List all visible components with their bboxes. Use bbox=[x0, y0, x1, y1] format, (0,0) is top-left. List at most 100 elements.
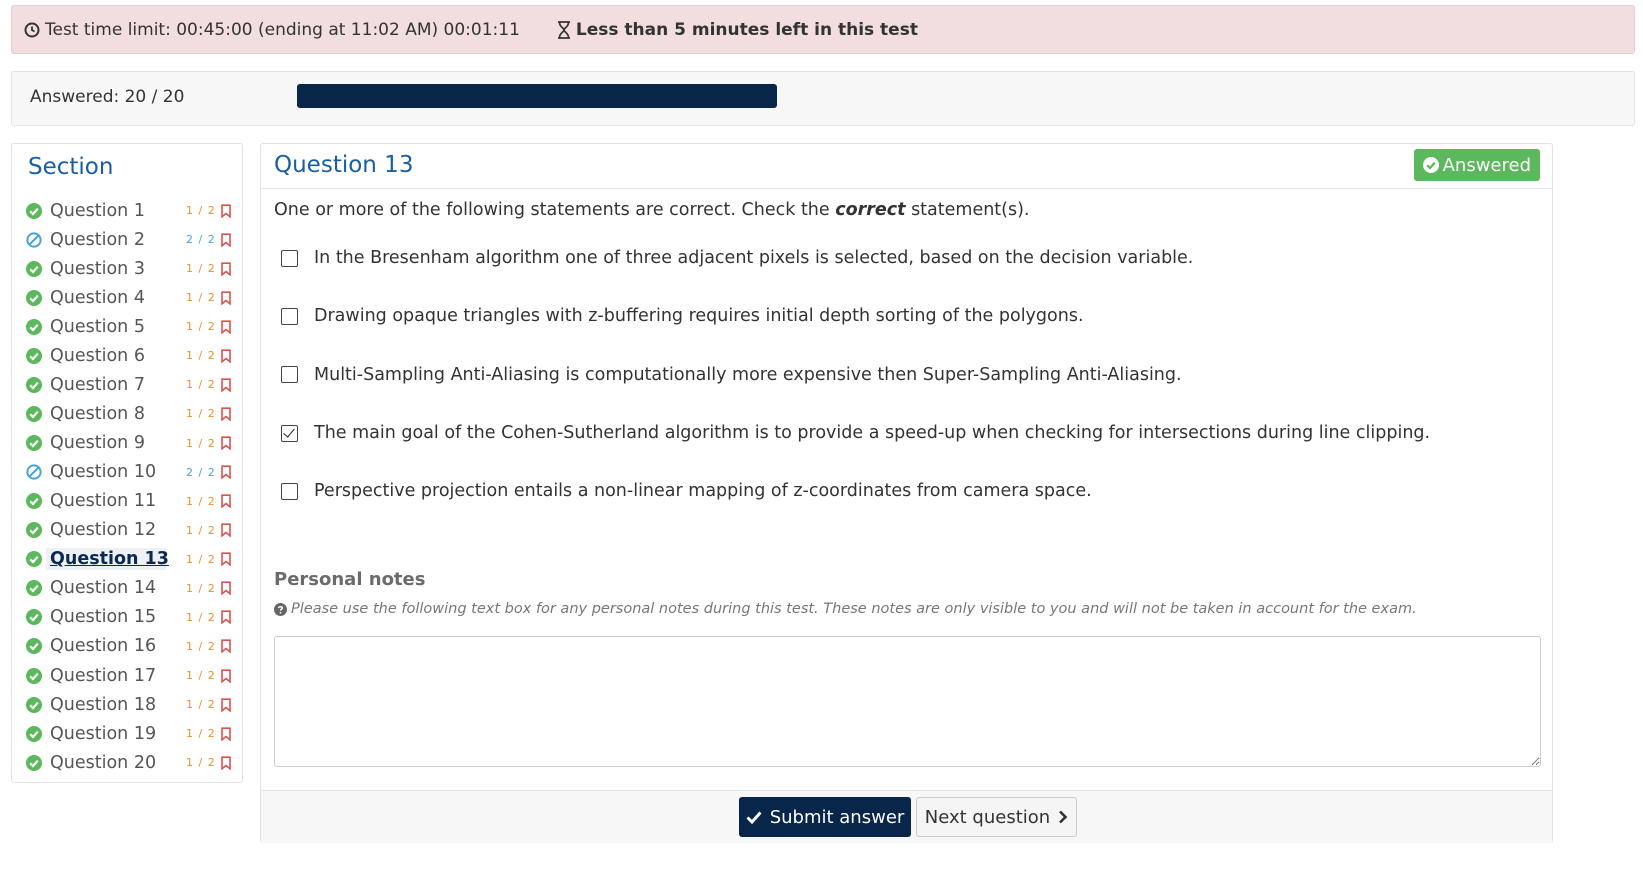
sidebar-question-label: Question 13 bbox=[50, 549, 169, 570]
answered-badge: Answered bbox=[1413, 149, 1540, 181]
answer-option[interactable]: Perspective projection entails a non-lin… bbox=[281, 462, 1430, 520]
question-list: Question 1 1 / 2 Question 2 2 / 2 Question 3… bbox=[26, 196, 238, 777]
check-circle-icon bbox=[26, 376, 42, 393]
next-question-label: Next question bbox=[924, 806, 1051, 828]
sidebar-question-item[interactable]: Question 15 1 / 2 bbox=[26, 603, 238, 632]
answer-option[interactable]: Drawing opaque triangles with z-bufferin… bbox=[281, 287, 1430, 345]
answer-option[interactable]: Multi-Sampling Anti-Aliasing is computat… bbox=[281, 346, 1430, 404]
bookmark-icon[interactable] bbox=[220, 581, 232, 596]
bookmark-icon[interactable] bbox=[220, 552, 232, 567]
answer-checkbox[interactable] bbox=[281, 249, 298, 267]
sidebar-question-item[interactable]: Question 14 1 / 2 bbox=[26, 574, 238, 603]
question-score: 1 / 2 bbox=[186, 262, 216, 276]
check-circle-icon bbox=[26, 522, 42, 539]
sidebar-question-item[interactable]: Question 10 2 / 2 bbox=[26, 458, 238, 487]
bookmark-icon[interactable] bbox=[220, 203, 232, 218]
bookmark-icon[interactable] bbox=[220, 291, 232, 305]
check-circle-icon bbox=[26, 347, 42, 364]
sidebar-question-item[interactable]: Question 7 1 / 2 bbox=[26, 370, 238, 399]
sidebar-question-item[interactable]: Question 5 1 / 2 bbox=[26, 312, 238, 341]
sidebar-question-item[interactable]: Question 13 1 / 2 bbox=[26, 545, 238, 574]
answer-options: In the Bresenham algorithm one of three … bbox=[281, 229, 1430, 520]
question-score: 1 / 2 bbox=[186, 669, 216, 683]
check-circle-icon bbox=[26, 638, 42, 655]
sidebar-question-label: Question 12 bbox=[50, 520, 157, 541]
section-title: Section bbox=[28, 154, 114, 180]
bookmark-icon[interactable] bbox=[220, 639, 232, 654]
prompt-text-after: statement(s). bbox=[905, 200, 1030, 220]
sidebar-question-item[interactable]: Question 4 1 / 2 bbox=[26, 283, 238, 312]
answer-option[interactable]: In the Bresenham algorithm one of three … bbox=[281, 229, 1430, 287]
question-score: 1 / 2 bbox=[186, 552, 216, 566]
sidebar-question-item[interactable]: Question 2 2 / 2 bbox=[26, 225, 238, 254]
bookmark-icon[interactable] bbox=[220, 697, 232, 712]
sidebar-question-item[interactable]: Question 3 1 / 2 bbox=[26, 254, 238, 283]
check-circle-icon bbox=[26, 318, 42, 335]
sidebar-question-item[interactable]: Question 8 1 / 2 bbox=[26, 399, 238, 428]
progress-bar bbox=[297, 84, 777, 108]
question-score: 1 / 2 bbox=[186, 204, 216, 218]
answer-checkbox[interactable] bbox=[281, 482, 298, 500]
answer-checkbox[interactable] bbox=[281, 424, 298, 442]
bookmark-icon[interactable] bbox=[220, 349, 232, 363]
bookmark-icon[interactable] bbox=[220, 494, 232, 509]
question-score: 1 / 2 bbox=[186, 610, 216, 624]
check-circle-icon bbox=[1422, 157, 1439, 173]
question-score: 1 / 2 bbox=[186, 407, 216, 421]
bookmark-icon[interactable] bbox=[220, 378, 232, 392]
question-footer: Submit answer Next question bbox=[261, 790, 1552, 843]
question-score: 1 / 2 bbox=[186, 436, 216, 450]
section-sidebar: Section Question 11 / 2 Question 22 / 2 Qu… bbox=[11, 143, 243, 783]
bookmark-icon[interactable] bbox=[220, 465, 232, 480]
personal-notes-textarea[interactable] bbox=[274, 636, 1541, 767]
answer-option-text: In the Bresenham algorithm one of three … bbox=[314, 248, 1194, 269]
bookmark-icon[interactable] bbox=[220, 610, 232, 625]
clock-icon bbox=[24, 22, 40, 37]
sidebar-question-item[interactable]: Question 6 1 / 2 bbox=[26, 341, 238, 370]
sidebar-question-label: Question 8 bbox=[50, 403, 145, 424]
check-circle-icon bbox=[26, 551, 42, 568]
notes-title: Personal notes bbox=[274, 569, 426, 590]
sidebar-question-item[interactable]: Question 20 1 / 2 bbox=[26, 748, 238, 777]
question-score: 1 / 2 bbox=[186, 698, 216, 712]
answer-option[interactable]: The main goal of the Cohen-Sutherland al… bbox=[281, 404, 1430, 462]
bookmark-icon[interactable] bbox=[220, 320, 232, 334]
sidebar-question-label: Question 14 bbox=[50, 578, 157, 599]
bookmark-icon[interactable] bbox=[220, 523, 232, 538]
bookmark-icon[interactable] bbox=[220, 232, 232, 247]
sidebar-question-item[interactable]: Question 9 1 / 2 bbox=[26, 429, 238, 458]
question-score: 1 / 2 bbox=[186, 727, 216, 741]
sidebar-question-label: Question 9 bbox=[50, 433, 145, 454]
sidebar-question-item[interactable]: Question 17 1 / 2 bbox=[26, 661, 238, 690]
check-circle-icon bbox=[26, 202, 42, 219]
sidebar-question-item[interactable]: Question 11 1 / 2 bbox=[26, 487, 238, 516]
bookmark-icon[interactable] bbox=[220, 262, 232, 276]
sidebar-question-item[interactable]: Question 16 1 / 2 bbox=[26, 632, 238, 661]
sidebar-question-label: Question 11 bbox=[50, 491, 157, 512]
sidebar-question-item[interactable]: Question 12 1 / 2 bbox=[26, 516, 238, 545]
sidebar-question-item[interactable]: Question 19 1 / 2 bbox=[26, 719, 238, 748]
check-circle-icon bbox=[26, 260, 42, 277]
progress-bar-fill bbox=[297, 84, 777, 108]
bookmark-icon[interactable] bbox=[220, 756, 232, 770]
bookmark-icon[interactable] bbox=[220, 407, 232, 421]
bookmark-icon[interactable] bbox=[220, 668, 232, 683]
answer-checkbox[interactable] bbox=[281, 307, 298, 325]
chevron-right-icon bbox=[1059, 810, 1068, 824]
sidebar-question-label: Question 17 bbox=[50, 665, 157, 686]
submit-answer-button[interactable]: Submit answer bbox=[739, 797, 911, 837]
answer-checkbox[interactable] bbox=[281, 366, 298, 384]
sidebar-question-label: Question 2 bbox=[50, 229, 145, 250]
sidebar-question-item[interactable]: Question 18 1 / 2 bbox=[26, 690, 238, 719]
sidebar-question-item[interactable]: Question 1 1 / 2 bbox=[26, 196, 238, 225]
bookmark-icon[interactable] bbox=[220, 727, 232, 741]
bookmark-icon[interactable] bbox=[220, 436, 232, 451]
sidebar-question-label: Question 18 bbox=[50, 694, 157, 715]
sidebar-question-label: Question 7 bbox=[50, 374, 145, 395]
checkmark-icon bbox=[746, 811, 762, 824]
check-circle-icon bbox=[26, 696, 42, 713]
question-score: 1 / 2 bbox=[186, 639, 216, 653]
check-circle-icon bbox=[26, 289, 42, 306]
next-question-button[interactable]: Next question bbox=[916, 797, 1077, 837]
question-score: 1 / 2 bbox=[186, 320, 216, 334]
